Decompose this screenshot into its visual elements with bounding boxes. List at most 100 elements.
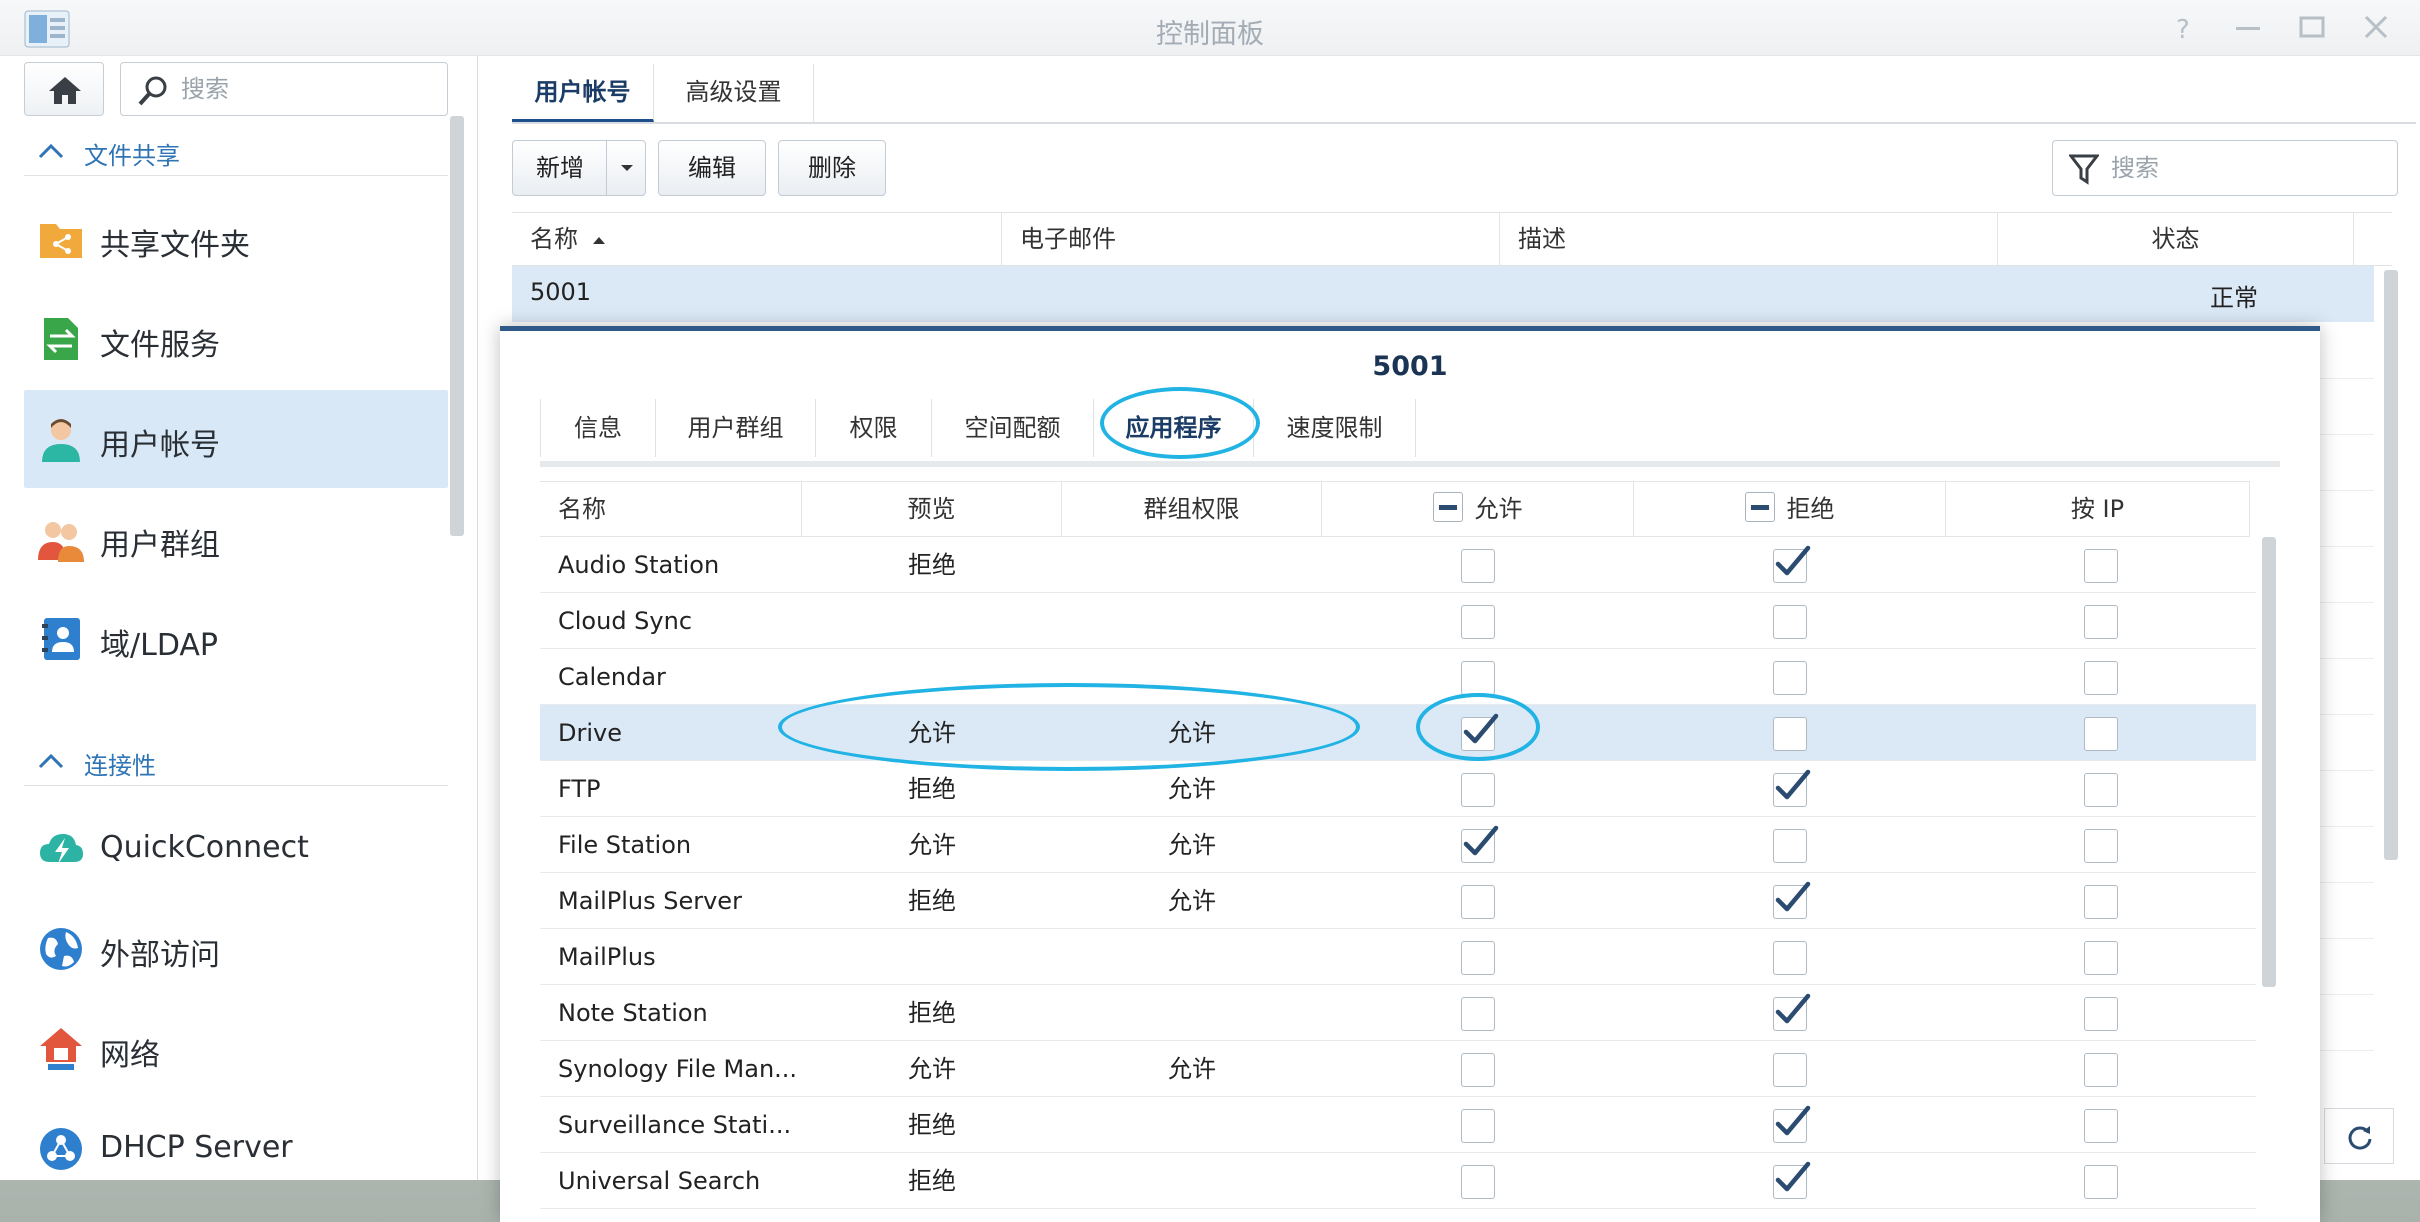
allow-checkbox[interactable] — [1461, 661, 1495, 695]
allow-checkbox[interactable] — [1461, 941, 1495, 975]
table-row[interactable]: Audio Station 拒绝 — [540, 537, 2256, 593]
table-row[interactable]: 5001 正常 — [512, 266, 2374, 322]
table-row[interactable]: FTP 拒绝 允许 — [540, 761, 2256, 817]
by-ip-checkbox[interactable] — [2084, 605, 2118, 639]
deny-checkbox[interactable] — [1773, 1053, 1807, 1087]
column-allow[interactable]: 允许 — [1322, 482, 1634, 536]
deny-checkbox[interactable] — [1773, 1161, 1811, 1199]
sidebar-scrollbar[interactable] — [450, 116, 464, 536]
home-button[interactable] — [24, 62, 104, 116]
sidebar-item-shared-folder[interactable]: 共享文件夹 — [24, 190, 448, 288]
sidebar-item-label: 文件服务 — [100, 328, 220, 363]
deny-checkbox[interactable] — [1773, 717, 1807, 751]
edit-button[interactable]: 编辑 — [658, 140, 766, 196]
tab-applications[interactable]: 应用程序 — [1094, 399, 1254, 457]
allow-checkbox[interactable] — [1461, 1109, 1495, 1143]
column-email[interactable]: 电子邮件 — [1002, 213, 1500, 265]
deny-checkbox[interactable] — [1773, 605, 1807, 639]
by-ip-checkbox[interactable] — [2084, 549, 2118, 583]
svg-text:?: ? — [2176, 15, 2190, 45]
allow-checkbox[interactable] — [1461, 605, 1495, 639]
allow-checkbox[interactable] — [1461, 997, 1495, 1031]
minimize-button[interactable] — [2228, 10, 2268, 46]
allow-checkbox[interactable] — [1461, 549, 1495, 583]
sidebar-item-external-access[interactable]: 外部访问 — [24, 900, 448, 998]
allow-checkbox[interactable] — [1461, 713, 1499, 751]
by-ip-checkbox[interactable] — [2084, 1109, 2118, 1143]
add-dropdown-button[interactable] — [606, 140, 646, 196]
deny-checkbox[interactable] — [1773, 661, 1807, 695]
by-ip-checkbox[interactable] — [2084, 717, 2118, 751]
by-ip-checkbox[interactable] — [2084, 1053, 2118, 1087]
deny-checkbox[interactable] — [1773, 993, 1811, 1031]
tab-user-account[interactable]: 用户帐号 — [512, 64, 654, 122]
by-ip-checkbox[interactable] — [2084, 773, 2118, 807]
column-deny[interactable]: 拒绝 — [1634, 482, 1946, 536]
table-row[interactable]: MailPlus — [540, 929, 2256, 985]
table-row[interactable]: Cloud Sync — [540, 593, 2256, 649]
sidebar-item-network[interactable]: 网络 — [24, 1000, 448, 1098]
deny-checkbox[interactable] — [1773, 881, 1811, 919]
column-app-name[interactable]: 名称 — [540, 482, 802, 536]
app-list-scrollbar[interactable] — [2262, 537, 2276, 987]
maximize-button[interactable] — [2292, 10, 2332, 46]
tab-speed-limit[interactable]: 速度限制 — [1254, 399, 1416, 457]
table-row[interactable]: Drive 允许 允许 — [540, 705, 2256, 761]
allow-checkbox[interactable] — [1461, 885, 1495, 919]
table-row[interactable]: Universal Search 拒绝 — [540, 1153, 2256, 1209]
section-connectivity[interactable]: 连接性 — [24, 740, 448, 786]
table-row[interactable]: MailPlus Server 拒绝 允许 — [540, 873, 2256, 929]
sidebar-item-user-group[interactable]: 用户群组 — [24, 490, 448, 588]
allow-all-checkbox[interactable] — [1432, 492, 1463, 522]
tab-permissions[interactable]: 权限 — [816, 399, 932, 457]
deny-checkbox[interactable] — [1773, 545, 1811, 583]
sidebar-item-quickconnect[interactable]: QuickConnect — [24, 800, 448, 898]
column-preview[interactable]: 预览 — [802, 482, 1062, 536]
column-description[interactable]: 描述 — [1500, 213, 1998, 265]
deny-checkbox[interactable] — [1773, 829, 1807, 863]
add-button[interactable]: 新增 — [512, 140, 608, 196]
tab-user-group[interactable]: 用户群组 — [656, 399, 816, 457]
sidebar-search-input[interactable] — [181, 71, 431, 107]
by-ip-checkbox[interactable] — [2084, 885, 2118, 919]
column-by-ip[interactable]: 按 IP — [1946, 482, 2250, 536]
refresh-button[interactable] — [2324, 1108, 2394, 1164]
table-row[interactable]: Synology File Man... 允许 允许 — [540, 1041, 2256, 1097]
deny-checkbox[interactable] — [1773, 941, 1807, 975]
table-row[interactable]: File Station 允许 允许 — [540, 817, 2256, 873]
table-row[interactable]: Calendar — [540, 649, 2256, 705]
tab-quota[interactable]: 空间配额 — [932, 399, 1094, 457]
sidebar-item-dhcp-server[interactable]: DHCP Server — [24, 1100, 448, 1198]
allow-checkbox[interactable] — [1461, 825, 1499, 863]
column-status[interactable]: 状态 — [1998, 213, 2354, 265]
user-search-input[interactable] — [2111, 151, 2381, 185]
sidebar-item-user-account[interactable]: 用户帐号 — [24, 390, 448, 488]
sidebar-search-box[interactable] — [120, 62, 448, 116]
column-group-permission[interactable]: 群组权限 — [1062, 482, 1322, 536]
by-ip-checkbox[interactable] — [2084, 1165, 2118, 1199]
user-table-scrollbar[interactable] — [2384, 270, 2398, 860]
deny-checkbox[interactable] — [1773, 769, 1811, 807]
by-ip-checkbox[interactable] — [2084, 997, 2118, 1031]
user-search-box[interactable] — [2052, 140, 2398, 196]
section-file-sharing[interactable]: 文件共享 — [24, 130, 448, 176]
help-button[interactable]: ? — [2164, 10, 2204, 46]
delete-button[interactable]: 删除 — [778, 140, 886, 196]
tab-advanced-settings[interactable]: 高级设置 — [654, 64, 814, 122]
by-ip-checkbox[interactable] — [2084, 941, 2118, 975]
sidebar-item-file-services[interactable]: 文件服务 — [24, 290, 448, 388]
close-button[interactable] — [2356, 10, 2396, 46]
tab-info[interactable]: 信息 — [540, 399, 656, 457]
checkmark-icon — [1775, 993, 1811, 1024]
allow-checkbox[interactable] — [1461, 773, 1495, 807]
deny-all-checkbox[interactable] — [1744, 492, 1775, 522]
by-ip-checkbox[interactable] — [2084, 661, 2118, 695]
allow-checkbox[interactable] — [1461, 1165, 1495, 1199]
table-row[interactable]: Surveillance Stati... 拒绝 — [540, 1097, 2256, 1153]
allow-checkbox[interactable] — [1461, 1053, 1495, 1087]
table-row[interactable]: Note Station 拒绝 — [540, 985, 2256, 1041]
column-name[interactable]: 名称 — [512, 213, 1002, 265]
by-ip-checkbox[interactable] — [2084, 829, 2118, 863]
deny-checkbox[interactable] — [1773, 1105, 1811, 1143]
sidebar-item-ldap[interactable]: 域/LDAP — [24, 590, 448, 688]
